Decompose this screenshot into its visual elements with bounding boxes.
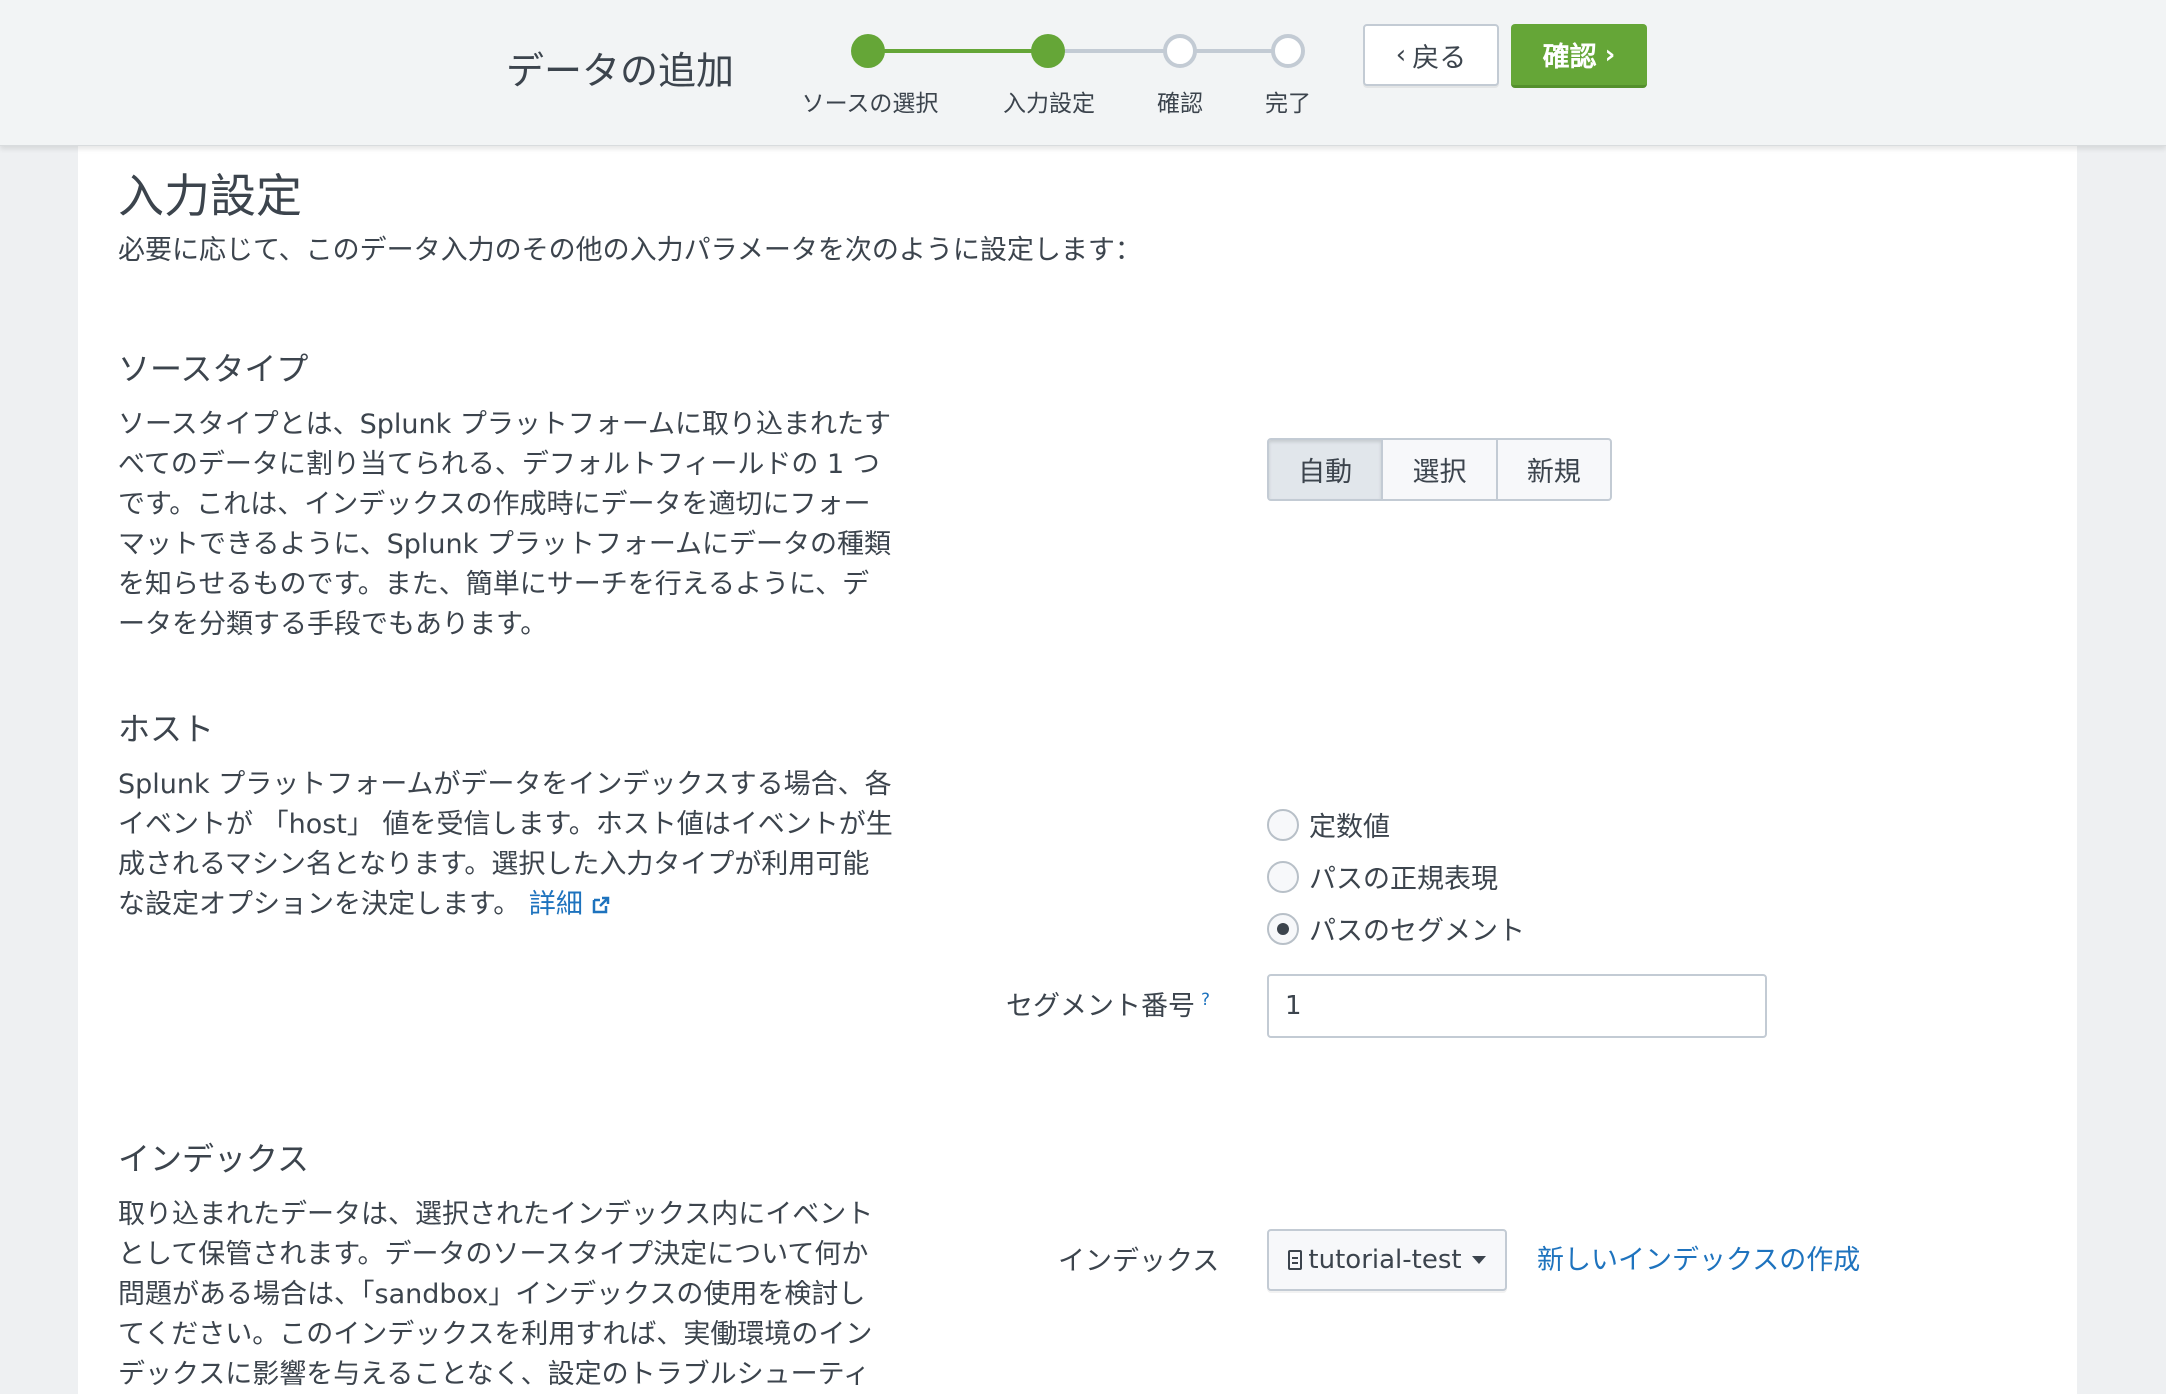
- index-dropdown-value: tutorial-test: [1308, 1245, 1462, 1275]
- description-line: 成されるマシン名となります。選択した入力タイプが利用可能: [118, 849, 870, 880]
- database-icon: [1288, 1250, 1303, 1270]
- description-line: ソースタイプとは、Splunk プラットフォームに取り込まれたす: [118, 409, 892, 440]
- review-button-label: 確認: [1542, 42, 1597, 73]
- host-heading: ホスト: [118, 710, 215, 748]
- description-line: ータを分類する手段でもあります。: [118, 609, 548, 640]
- step-label: 確認: [1157, 91, 1203, 117]
- radio-button[interactable]: [1267, 808, 1299, 841]
- step-label: 入力設定: [1003, 91, 1095, 117]
- index-field-label: インデックス: [1058, 1246, 1220, 1277]
- description-line: Splunk プラットフォームがデータをインデックスする場合、各: [118, 769, 892, 800]
- wizard-header: データの追加 ソースの選択 入力設定 確認 完了 ‹ 戻る 確認 ›: [0, 0, 2166, 146]
- segment-number-label: セグメント番号?: [1006, 984, 1210, 1023]
- create-index-link[interactable]: 新しいインデックスの作成: [1537, 1238, 1860, 1277]
- step-dot-source: [851, 34, 885, 68]
- sourcetype-description: ソースタイプとは、Splunk プラットフォームに取り込まれたす べてのデータに…: [118, 405, 948, 645]
- help-icon[interactable]: ?: [1201, 990, 1210, 1010]
- description-line: です。これは、インデックスの作成時にデータを適切にフォー: [118, 489, 871, 520]
- section-title: 入力設定: [118, 169, 302, 223]
- description-line: マットできるように、Splunk プラットフォームにデータの種類: [118, 529, 892, 560]
- index-dropdown[interactable]: tutorial-test: [1267, 1229, 1507, 1291]
- description-line: デックスに影響を与えることなく、設定のトラブルシューティ: [118, 1359, 870, 1390]
- chevron-left-icon: ‹: [1395, 40, 1407, 70]
- back-button-label: 戻る: [1412, 42, 1467, 74]
- chevron-right-icon: ›: [1604, 39, 1616, 70]
- learn-more-link-label: 詳細: [528, 889, 583, 920]
- radio-label: 定数値: [1309, 812, 1390, 843]
- sourcetype-auto-button[interactable]: 自動: [1269, 440, 1384, 499]
- description-line: を知らせるものです。また、簡単にサーチを行えるように、デ: [118, 569, 870, 600]
- section-subtitle: 必要に応じて、このデータ入力のその他の入力パラメータを次のように設定します：: [118, 235, 1142, 266]
- external-link-icon: [592, 896, 610, 914]
- host-description: Splunk プラットフォームがデータをインデックスする場合、各 イベントが 「…: [118, 765, 948, 925]
- back-button[interactable]: ‹ 戻る: [1363, 24, 1499, 86]
- description-line: てください。このインデックスを利用すれば、実働環境のイン: [118, 1319, 873, 1350]
- step-connector: [868, 49, 1048, 53]
- sourcetype-segmented-control: 自動 選択 新規: [1267, 438, 1612, 501]
- host-radio-segment[interactable]: パスのセグメント: [1267, 909, 1525, 948]
- step-dot-input-settings: [1031, 34, 1065, 68]
- segment-number-label-text: セグメント番号: [1006, 991, 1195, 1022]
- input-settings-panel: 入力設定 必要に応じて、このデータ入力のその他の入力パラメータを次のように設定し…: [78, 146, 2077, 1394]
- radio-button[interactable]: [1267, 912, 1299, 945]
- review-button[interactable]: 確認 ›: [1511, 24, 1647, 88]
- segment-number-input[interactable]: 1: [1267, 974, 1767, 1038]
- sourcetype-select-button[interactable]: 選択: [1383, 440, 1498, 499]
- index-description: 取り込まれたデータは、選択されたインデックス内にイベント として保管されます。デ…: [118, 1195, 948, 1394]
- description-line-with-link: な設定オプションを決定します。 詳細: [118, 885, 948, 925]
- step-progress: ソースの選択 入力設定 確認 完了: [0, 0, 2166, 146]
- index-heading: インデックス: [118, 1140, 310, 1178]
- step-connector: [1048, 49, 1180, 53]
- step-label: ソースの選択: [801, 91, 939, 117]
- description-line: 取り込まれたデータは、選択されたインデックス内にイベント: [118, 1199, 874, 1230]
- host-radio-constant[interactable]: 定数値: [1267, 805, 1390, 844]
- caret-down-icon: [1471, 1256, 1486, 1264]
- description-line: な設定オプションを決定します。: [118, 889, 521, 920]
- step-label: 完了: [1265, 91, 1311, 117]
- sourcetype-new-button[interactable]: 新規: [1498, 440, 1610, 499]
- sourcetype-heading: ソースタイプ: [118, 350, 309, 388]
- step-dot-review: [1163, 34, 1197, 68]
- description-line: べてのデータに割り当てられる、デフォルトフィールドの 1 つ: [118, 449, 880, 480]
- description-line: イベントが 「host」 値を受信します。ホスト値はイベントが生: [118, 809, 893, 840]
- step-dot-done: [1271, 34, 1305, 68]
- description-line: として保管されます。データのソースタイプ決定について何か: [118, 1239, 869, 1270]
- description-line: 問題がある場合は、「sandbox」インデックスの使用を検討し: [118, 1279, 866, 1310]
- radio-button[interactable]: [1267, 860, 1299, 893]
- host-radio-regex[interactable]: パスの正規表現: [1267, 857, 1498, 896]
- radio-label: パスのセグメント: [1309, 916, 1525, 947]
- learn-more-link[interactable]: 詳細: [529, 889, 611, 920]
- radio-label: パスの正規表現: [1309, 864, 1498, 895]
